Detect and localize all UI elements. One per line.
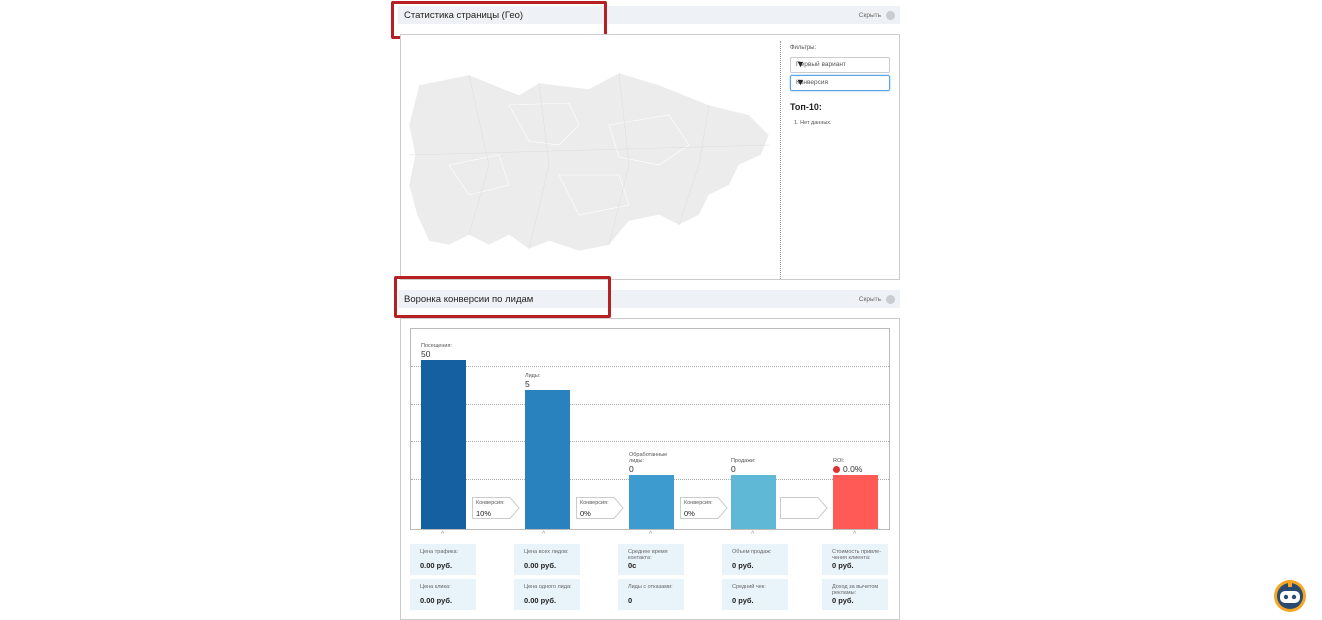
conversion-label: Конверсия: bbox=[580, 500, 609, 506]
variant-select[interactable]: Первый вариант ▼ bbox=[790, 57, 890, 73]
stat-card: Лиды с отказами: 0 bbox=[618, 579, 684, 610]
stat-label: Цена трафика: bbox=[420, 549, 459, 555]
stat-card: Стоимость привле-чения клиента: 0 руб. bbox=[822, 544, 888, 575]
stat-card: Средний чек: 0 руб. bbox=[722, 579, 788, 610]
expand-caret-icon[interactable]: ^ bbox=[649, 531, 652, 538]
gridline bbox=[411, 404, 889, 405]
conversion-arrow: Конверсия: 0% bbox=[576, 497, 624, 519]
collapse-icon[interactable] bbox=[886, 11, 895, 20]
funnel-bar-value: 0 bbox=[629, 464, 634, 474]
stat-card: Цена трафика: 0.00 руб. bbox=[410, 544, 476, 575]
stat-value: 0 bbox=[628, 596, 633, 605]
stat-label: Доход за вычетом рекламы: bbox=[832, 584, 879, 596]
stat-label: Цена одного лида: bbox=[524, 584, 572, 590]
funnel-bar-value: 0.0% bbox=[843, 464, 863, 474]
stat-card: Цена одного лида: 0.00 руб. bbox=[514, 579, 580, 610]
stat-value: 0.00 руб. bbox=[524, 596, 557, 605]
conversion-label: Конверсия: bbox=[684, 500, 713, 506]
expand-caret-icon[interactable]: ^ bbox=[542, 531, 545, 538]
geo-hide-link[interactable]: Скрыть bbox=[859, 12, 881, 19]
gridline bbox=[411, 366, 889, 367]
stat-label: Цена всех лидов: bbox=[524, 549, 569, 555]
filters-label: Фильтры: bbox=[790, 45, 817, 51]
stat-value: 0.00 руб. bbox=[420, 596, 453, 605]
funnel-bar bbox=[525, 390, 570, 529]
expand-caret-icon[interactable]: ^ bbox=[751, 531, 754, 538]
funnel-bar bbox=[421, 360, 466, 529]
expand-caret-icon[interactable]: ^ bbox=[441, 531, 444, 538]
stat-label: Среднее время контакта: bbox=[628, 549, 668, 561]
collapse-icon[interactable] bbox=[886, 295, 895, 304]
funnel-bar-value: 5 bbox=[525, 379, 530, 389]
stat-card: Цена клика: 0.00 руб. bbox=[410, 579, 476, 610]
conversion-value: 0% bbox=[580, 509, 591, 518]
expand-caret-icon[interactable]: ^ bbox=[853, 531, 856, 538]
stat-value: 0 руб. bbox=[732, 596, 754, 605]
top10-title: Топ-10: bbox=[790, 102, 822, 112]
funnel-bar-value: 50 bbox=[421, 349, 431, 359]
funnel-bar bbox=[833, 475, 878, 529]
geo-panel-body: Фильтры: Первый вариант ▼ Конверсия ▼ То… bbox=[400, 34, 900, 280]
stat-card: Цена всех лидов: 0.00 руб. bbox=[514, 544, 580, 575]
gridline bbox=[411, 441, 889, 442]
world-map[interactable] bbox=[409, 45, 771, 269]
funnel-bar-value: 0 bbox=[731, 464, 736, 474]
stat-label: Лиды с отказами: bbox=[628, 584, 673, 590]
conversion-value: 10% bbox=[476, 509, 492, 518]
funnel-panel-body: Посещения: 50 Лиды: 5 Обработанные лиды: 0 Про… bbox=[400, 318, 900, 620]
stat-label: Цена клика: bbox=[420, 584, 451, 590]
stat-label: Объем продаж: bbox=[732, 549, 772, 555]
stat-label: Стоимость привле-чения клиента: bbox=[832, 549, 882, 561]
funnel-bar-label: Лиды: bbox=[525, 373, 541, 379]
stat-card: Среднее время контакта: 0с bbox=[618, 544, 684, 575]
funnel-hide-link[interactable]: Скрыть bbox=[859, 296, 881, 303]
stat-value: 0.00 руб. bbox=[524, 561, 557, 570]
funnel-chart: Посещения: 50 Лиды: 5 Обработанные лиды: 0 Про… bbox=[410, 328, 890, 530]
conversion-label: Конверсия: bbox=[476, 500, 505, 506]
stat-label: Средний чек: bbox=[732, 584, 766, 590]
stat-value: 0 руб. bbox=[832, 561, 854, 570]
stat-value: 0 руб. bbox=[732, 561, 754, 570]
stat-value: 0с bbox=[628, 561, 637, 570]
top10-item: 1. Нет данных. bbox=[794, 120, 832, 126]
conversion-value: 0% bbox=[684, 509, 695, 518]
conversion-arrow: Конверсия: 0% bbox=[680, 497, 728, 519]
stat-value: 0.00 руб. bbox=[420, 561, 453, 570]
funnel-bar-label: Продажи: bbox=[731, 458, 756, 464]
metric-select[interactable]: Конверсия ▼ bbox=[790, 75, 890, 91]
funnel-bar-label: Обработанные лиды: bbox=[629, 452, 668, 464]
chat-bot-icon[interactable] bbox=[1271, 578, 1309, 614]
warning-icon bbox=[833, 466, 840, 473]
stat-card: Доход за вычетом рекламы: 0 руб. bbox=[822, 579, 888, 610]
funnel-bar bbox=[731, 475, 776, 529]
map-divider bbox=[780, 41, 781, 279]
funnel-bar bbox=[629, 475, 674, 529]
funnel-title-highlight bbox=[394, 276, 611, 318]
stat-value: 0 руб. bbox=[832, 596, 854, 605]
conversion-arrow: Конверсия: 10% bbox=[472, 497, 520, 519]
stat-card: Объем продаж: 0 руб. bbox=[722, 544, 788, 575]
dropdown-arrow-icon: ▼ bbox=[796, 59, 805, 69]
conversion-arrow bbox=[780, 497, 828, 519]
dropdown-arrow-icon: ▼ bbox=[796, 77, 805, 87]
